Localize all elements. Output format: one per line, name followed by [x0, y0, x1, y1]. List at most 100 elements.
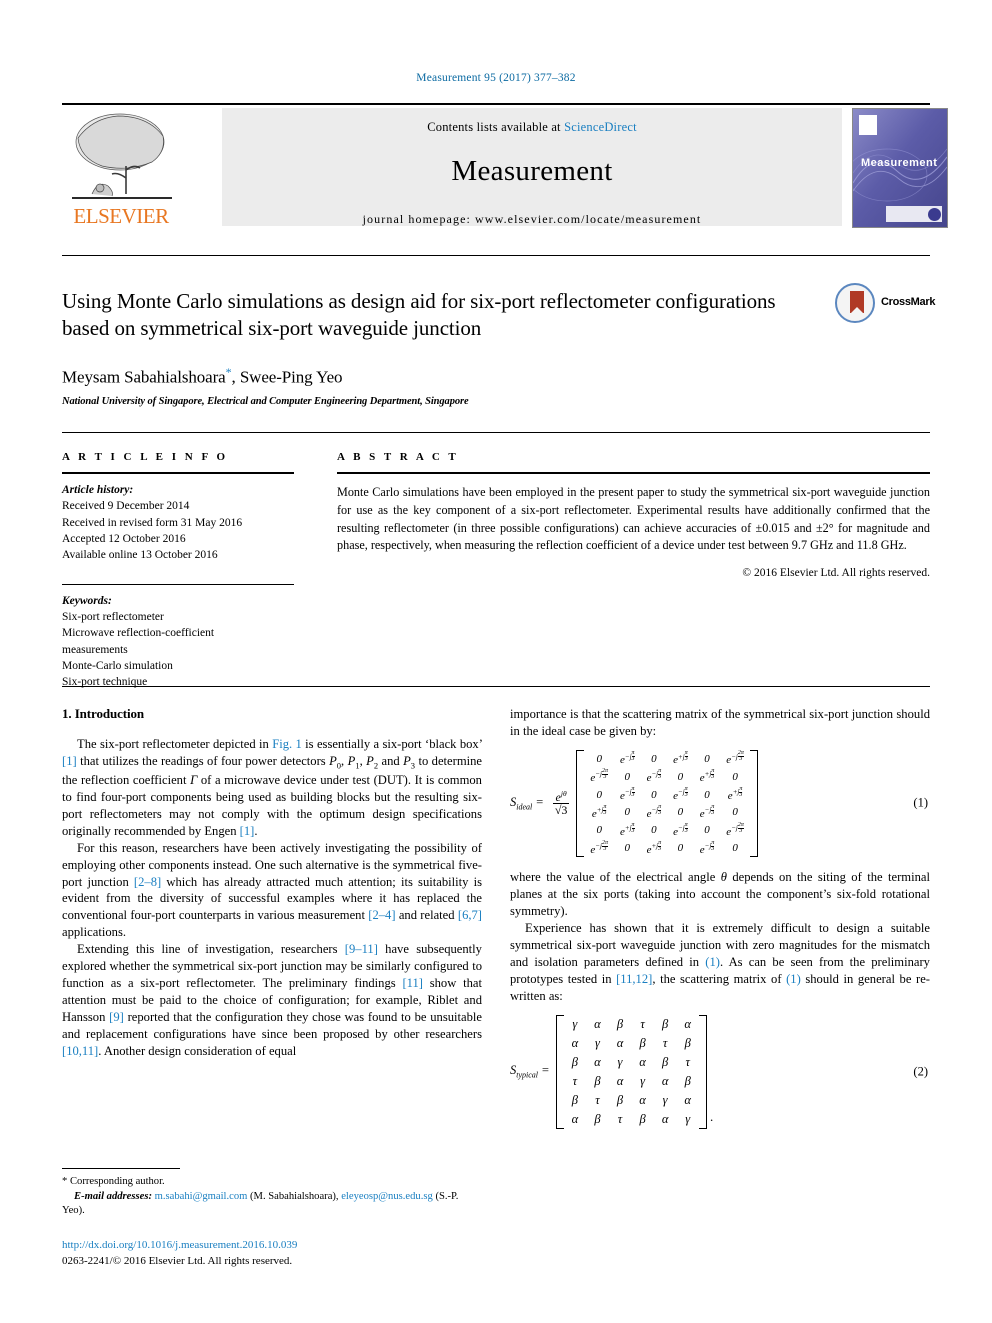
citation-link[interactable]: (1) [786, 972, 801, 986]
abstract-copyright: © 2016 Elsevier Ltd. All rights reserved… [742, 567, 930, 580]
email-link-1[interactable]: m.sabahi@gmail.com [155, 1191, 248, 1202]
citation-link[interactable]: [11] [402, 976, 423, 990]
matrix-cell: 0 [732, 770, 738, 783]
citation-link[interactable]: [10,11] [62, 1044, 98, 1058]
email-owner-1: (M. Sabahialshoara), [250, 1190, 339, 1202]
cover-footer-badge [928, 208, 941, 221]
abstract-text: Monte Carlo simulations have been employ… [337, 485, 930, 553]
matrix-cell: e−j 2π 3 [726, 750, 744, 767]
matrix-cell: β [684, 1073, 691, 1088]
body-column-left: 1. Introduction The six-port reflectomet… [62, 706, 482, 1060]
author-list: Meysam Sabahialshoara*, Swee-Ping Yeo [62, 365, 930, 388]
matrix-cell: 0 [732, 806, 738, 819]
text-run: . [254, 823, 258, 838]
matrix-cell: 0 [704, 824, 710, 837]
article-info-heading: A R T I C L E I N F O [62, 451, 229, 463]
matrix-row: αβτβαγ [564, 1110, 699, 1129]
text-run: and [378, 753, 404, 768]
running-head: Measurement 95 (2017) 377–382 [416, 72, 576, 84]
matrix-cell: e−j π 3 [699, 803, 715, 820]
keywords-block: Keywords: Six-port reflectometer Microwa… [62, 593, 294, 691]
matrix-row: e−j 2π 3 0 e+j π 3 0 e−j π 3 0 [584, 839, 749, 857]
crossmark-icon [835, 283, 875, 323]
matrix-cell: α [639, 1054, 646, 1069]
matrix-cell: τ [662, 1035, 668, 1050]
matrix-cell: α [684, 1092, 691, 1107]
contents-prefix: Contents lists available at [427, 120, 565, 134]
elsevier-wordmark: ELSEVIER [73, 204, 169, 228]
journal-title: Measurement [451, 155, 613, 187]
matrix-cell: e−j π 3 [673, 821, 688, 838]
matrix-cell: e+j π 3 [673, 750, 688, 767]
matrix-cell: β [594, 1111, 601, 1126]
keyword-item: Microwave reflection-coefficient [62, 627, 215, 640]
journal-homepage-url[interactable]: journal homepage: www.elsevier.com/locat… [222, 212, 842, 227]
citation-link[interactable]: [9] [109, 1010, 124, 1024]
matrix-bracket-right [749, 749, 758, 858]
matrix-row: βαγαβτ [564, 1053, 699, 1072]
matrix-cell: 0 [677, 842, 684, 855]
paragraph: For this reason, researchers have been a… [62, 840, 482, 942]
paragraph: The six-port reflectometer depicted in F… [62, 736, 482, 840]
matrix-cell: β [594, 1073, 601, 1088]
history-item: Available online 13 October 2016 [62, 549, 218, 562]
math-symbol: P [329, 753, 337, 768]
matrix-cell: 0 [732, 842, 738, 855]
matrix-bracket-left [555, 1014, 564, 1129]
matrix-cell: β [571, 1054, 578, 1069]
history-item: Accepted 12 October 2016 [62, 532, 186, 545]
author-1: Meysam Sabahialshoara [62, 367, 226, 387]
cover-publisher-mark [859, 115, 877, 135]
email-addresses-label: E-mail addresses: [74, 1190, 152, 1202]
info-abstract-section: A R T I C L E I N F O Article history: R… [62, 432, 930, 688]
citation-link[interactable]: (1) [705, 955, 720, 969]
prefactor-denominator: √3 [552, 803, 570, 818]
text-run: The six-port reflectometer depicted in [77, 737, 273, 751]
text-run: applications. [62, 925, 127, 940]
matrix-cell: α [616, 1073, 624, 1088]
doi-link[interactable]: http://dx.doi.org/10.1016/j.measurement.… [62, 1238, 482, 1254]
matrix-cell: e+j π 3 [646, 839, 662, 856]
matrix-cell: β [684, 1035, 691, 1050]
email-link-2[interactable]: eleyeosp@nus.edu.sg [341, 1191, 433, 1202]
matrix-cell: β [639, 1035, 646, 1050]
matrix-cell: 0 [677, 806, 684, 819]
matrix-cell: τ [595, 1092, 600, 1107]
sciencedirect-link[interactable]: ScienceDirect [564, 120, 637, 134]
body-top-rule [62, 686, 930, 687]
elsevier-tree-icon [68, 108, 176, 204]
matrix-2-cells: γαβτβααγαβτββαγαβττβαγαββτβαγααβτβαγ [564, 1015, 699, 1129]
crossmark-badge[interactable]: CrossMark [835, 283, 941, 325]
matrix-row: βτβαγα [564, 1091, 699, 1110]
abstract-rule [337, 472, 930, 474]
crossmark-notch-shape [850, 307, 864, 314]
paragraph: Extending this line of investigation, re… [62, 941, 482, 1060]
citation-link[interactable]: [2–4] [368, 908, 395, 922]
article-info-rule [62, 472, 294, 474]
keyword-item: Monte-Carlo simulation [62, 659, 173, 672]
matrix-cell: 0 [596, 752, 602, 765]
matrix-cell: γ [572, 1016, 578, 1031]
citation-link[interactable]: [2–8] [134, 875, 161, 889]
citation-link[interactable]: Fig. 1 [272, 737, 302, 751]
citation-link[interactable]: [11,12] [616, 972, 652, 986]
equation-1-prefactor: ejθ √3 [552, 789, 570, 818]
title-top-rule [62, 255, 930, 256]
matrix-cell: e−j π 3 [699, 839, 715, 856]
equation-2: Stypical = γαβτβααγαβτββαγαβττβαγαββτβαγ… [510, 1014, 930, 1129]
article-history-label: Article history: [62, 484, 134, 496]
matrix-cell: γ [617, 1054, 623, 1069]
citation-link[interactable]: [1] [240, 824, 255, 838]
matrix-cell: α [639, 1092, 646, 1107]
citation-link[interactable]: [6,7] [458, 908, 482, 922]
citation-link[interactable]: [9–11] [345, 942, 378, 956]
matrix-cell: α [571, 1111, 579, 1126]
author-affiliation: National University of Singapore, Electr… [62, 396, 469, 408]
citation-link[interactable]: [1] [62, 754, 77, 768]
equation-2-trailing-punct: . [709, 1108, 714, 1124]
matrix-cell: β [616, 1092, 624, 1107]
matrix-cell: 0 [651, 752, 657, 765]
section-heading-introduction: 1. Introduction [62, 706, 145, 721]
equation-1-matrix: 0 e−j π 3 0 e+j π 3 0 e−j 2π 3 e−j 2π 3 0 e−j π 3 0 e+j π 3 0 0 e… [576, 749, 758, 858]
math-symbol: P [403, 753, 411, 768]
